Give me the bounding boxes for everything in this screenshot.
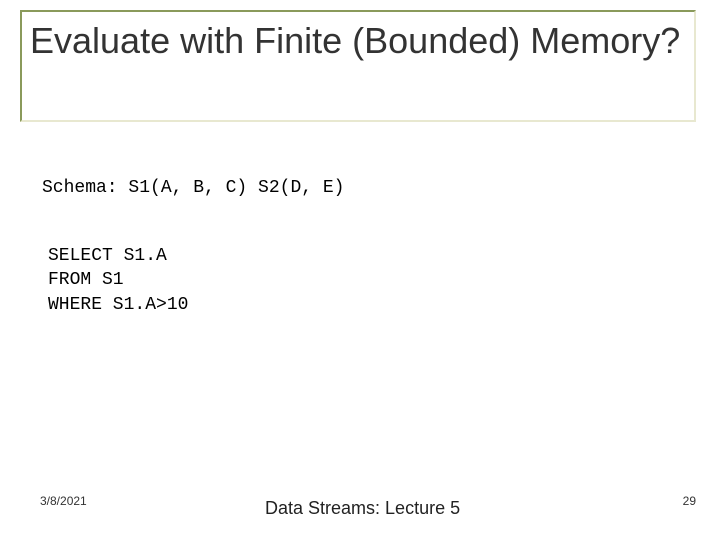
slide-title: Evaluate with Finite (Bounded) Memory?: [30, 18, 680, 63]
slide: Evaluate with Finite (Bounded) Memory? S…: [0, 0, 720, 540]
footer-page-number: 29: [683, 494, 696, 508]
schema-line: Schema: S1(A, B, C) S2(D, E): [42, 178, 344, 198]
footer-center: Data Streams: Lecture 5: [0, 498, 720, 520]
footer-center-text: Data Streams: Lecture 5: [265, 498, 495, 520]
sql-query: SELECT S1.A FROM S1 WHERE S1.A>10: [48, 244, 188, 317]
